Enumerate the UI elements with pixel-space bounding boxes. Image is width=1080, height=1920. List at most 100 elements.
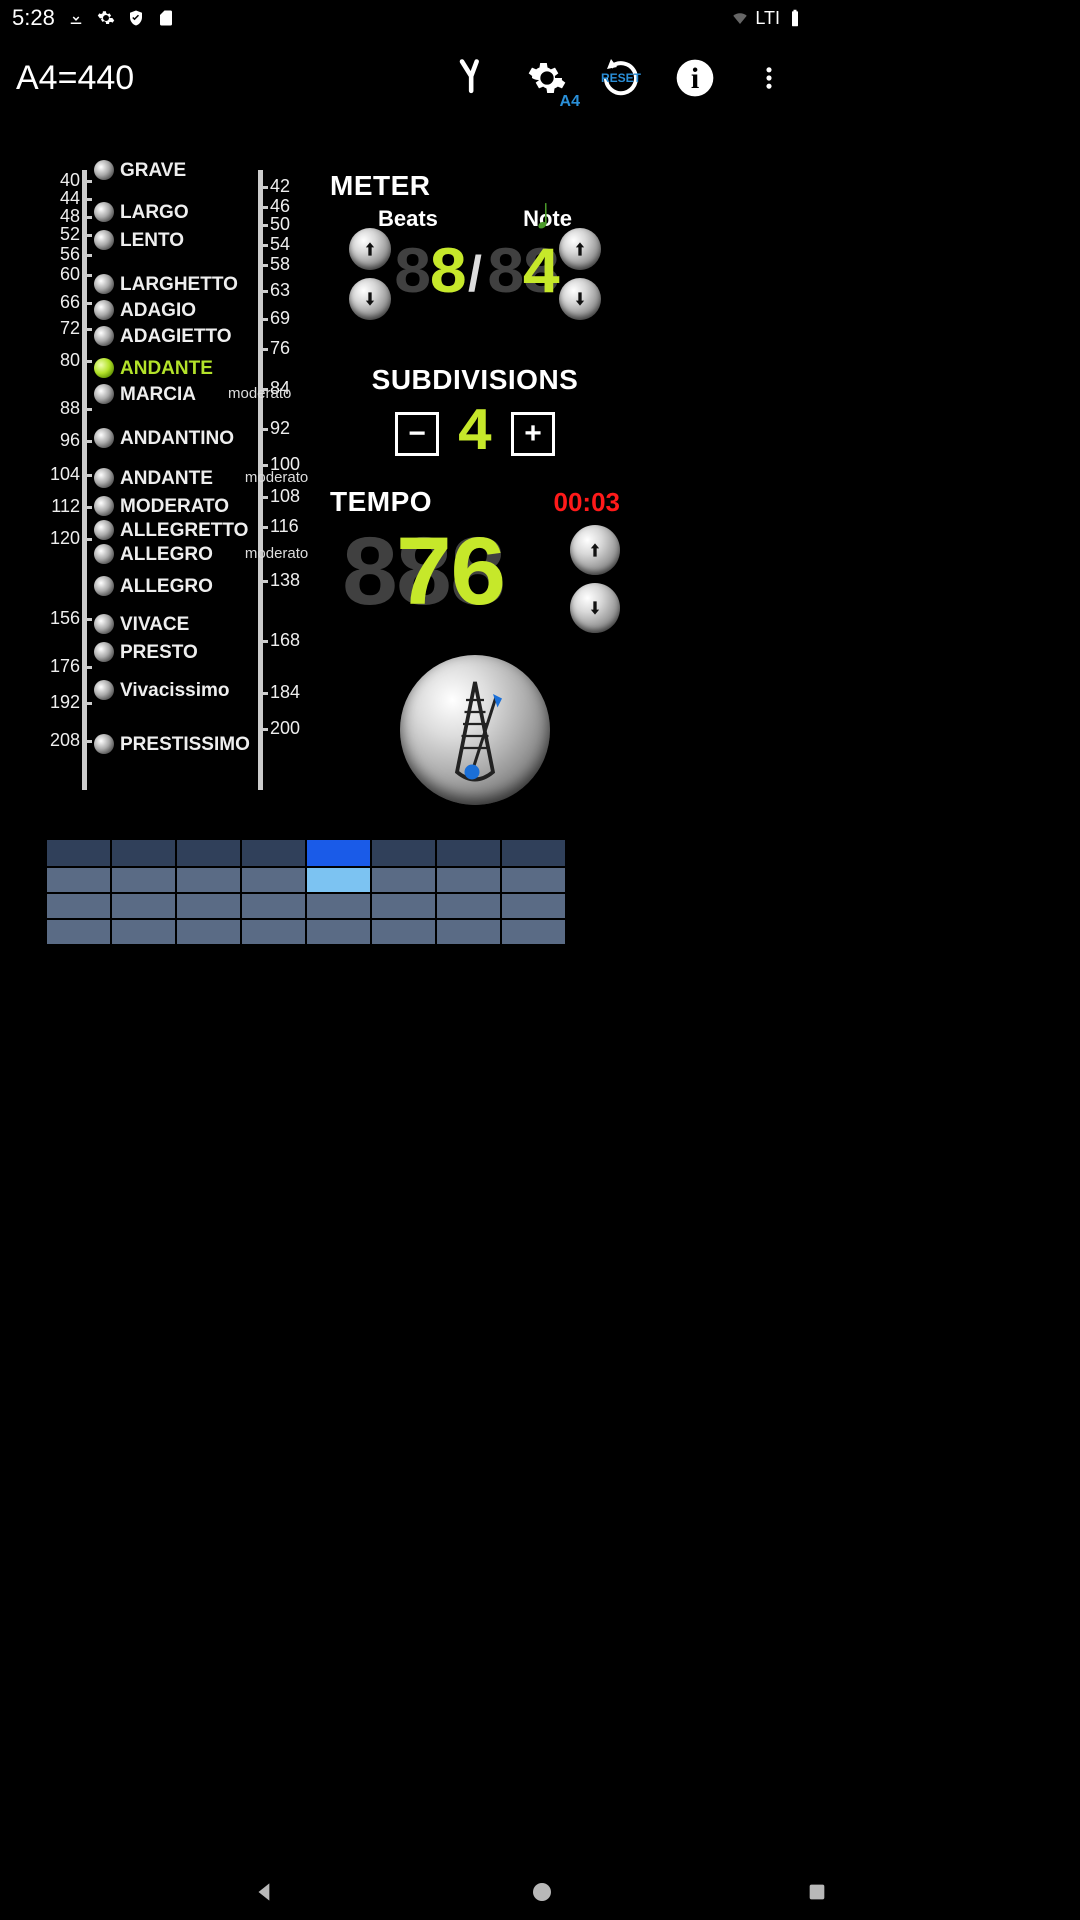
beat-cell[interactable]	[177, 894, 240, 918]
beat-cell[interactable]	[112, 894, 175, 918]
tempo-marking[interactable]: PRESTISSIMO	[94, 734, 250, 754]
tempo-marking[interactable]: ANDANTE	[94, 358, 213, 378]
beat-cell[interactable]	[177, 920, 240, 944]
subdivisions-plus-button[interactable]: +	[511, 412, 555, 456]
tempo-marking-label: Vivacissimo	[120, 681, 230, 700]
scale-right-tick: 58	[270, 254, 320, 275]
tempo-marking[interactable]: MARCIAmoderato	[94, 384, 291, 404]
beat-cell[interactable]	[437, 868, 500, 892]
tempo-marking[interactable]: Vivacissimo	[94, 680, 230, 700]
nav-home-button[interactable]	[530, 1880, 554, 1909]
svg-text:i: i	[691, 62, 699, 95]
beat-cell[interactable]	[502, 894, 565, 918]
tempo-marking[interactable]: GRAVE	[94, 160, 186, 180]
tempo-radio-icon	[94, 274, 114, 294]
tempo-marking[interactable]: LENTO	[94, 230, 184, 250]
tempo-marking[interactable]: ADAGIO	[94, 300, 196, 320]
main-area: 4044485256606672808896104112120156176192…	[0, 120, 816, 1020]
beat-cell[interactable]	[242, 920, 305, 944]
beat-cell[interactable]	[372, 894, 435, 918]
nav-back-button[interactable]	[252, 1879, 278, 1910]
scale-right-tick: 42	[270, 176, 320, 197]
beat-cell[interactable]	[372, 920, 435, 944]
subdivisions-minus-button[interactable]: −	[395, 412, 439, 456]
tempo-marking-label: ADAGIO	[120, 301, 196, 320]
beat-cell[interactable]	[47, 920, 110, 944]
scale-right-tick: 50	[270, 214, 320, 235]
scale-left-tick: 112	[30, 496, 80, 517]
tempo-scale[interactable]: 4044485256606672808896104112120156176192…	[10, 170, 320, 800]
overflow-menu-button[interactable]	[738, 47, 800, 109]
scale-right-tick: 138	[270, 570, 320, 591]
scale-right-tick: 92	[270, 418, 320, 439]
tempo-marking[interactable]: LARGO	[94, 202, 189, 222]
beat-cell[interactable]	[307, 920, 370, 944]
beat-cell[interactable]	[242, 894, 305, 918]
tempo-marking-label: ALLEGRO	[120, 577, 213, 596]
tempo-marking[interactable]: VIVACE	[94, 614, 189, 634]
tempo-marking[interactable]: ANDANTEmoderato	[94, 468, 308, 488]
elapsed-timer: 00:03	[554, 487, 621, 518]
beat-cell[interactable]	[372, 840, 435, 866]
tempo-radio-icon	[94, 358, 114, 378]
beat-cell[interactable]	[307, 894, 370, 918]
scale-left-tick: 60	[30, 264, 80, 285]
beat-cell[interactable]	[502, 920, 565, 944]
tempo-radio-icon	[94, 300, 114, 320]
tempo-up-button[interactable]	[570, 525, 620, 575]
tempo-marking[interactable]: PRESTO	[94, 642, 198, 662]
tempo-title: TEMPO	[330, 486, 432, 518]
tuning-fork-button[interactable]	[442, 47, 504, 109]
beat-cell[interactable]	[47, 894, 110, 918]
tempo-marking[interactable]: ALLEGRO	[94, 576, 213, 596]
beat-cell[interactable]	[177, 840, 240, 866]
tempo-marking[interactable]: ALLEGROmoderato	[94, 544, 308, 564]
tempo-marking-label: ADAGIETTO	[120, 327, 232, 346]
tempo-marking[interactable]: LARGHETTO	[94, 274, 238, 294]
beat-cell[interactable]	[242, 840, 305, 866]
tempo-radio-icon	[94, 202, 114, 222]
tempo-marking-label: GRAVE	[120, 161, 186, 180]
a4-settings-button[interactable]: A4	[516, 47, 578, 109]
tempo-marking-label: PRESTISSIMO	[120, 735, 250, 754]
beat-cell[interactable]	[177, 868, 240, 892]
scale-right-tick: 200	[270, 718, 320, 739]
beat-cell[interactable]	[437, 920, 500, 944]
beats-up-button[interactable]	[349, 228, 391, 270]
nav-recent-button[interactable]	[806, 1881, 828, 1908]
beats-down-button[interactable]	[349, 278, 391, 320]
tempo-marking-label: MARCIA	[120, 385, 196, 404]
beat-cell[interactable]	[502, 840, 565, 866]
beat-cell[interactable]	[437, 894, 500, 918]
app-toolbar: A4=440 A4 RESET i	[0, 36, 816, 120]
tempo-marking-label: MODERATO	[120, 497, 229, 516]
tempo-marking[interactable]: MODERATO	[94, 496, 229, 516]
scale-left-tick: 88	[30, 398, 80, 419]
beat-grid[interactable]	[46, 840, 566, 946]
tempo-marking-label: ANDANTE	[120, 359, 213, 378]
beat-cell[interactable]	[242, 868, 305, 892]
meter-slash: /	[468, 245, 482, 303]
scale-ruler-left	[82, 170, 87, 790]
tempo-marking[interactable]: ADAGIETTO	[94, 326, 232, 346]
note-icon: ♩	[534, 186, 580, 240]
beat-cell[interactable]	[307, 868, 370, 892]
beat-cell[interactable]	[502, 868, 565, 892]
beat-cell[interactable]	[372, 868, 435, 892]
beat-cell[interactable]	[112, 920, 175, 944]
tempo-marking-label: LENTO	[120, 231, 184, 250]
beat-cell[interactable]	[112, 840, 175, 866]
metronome-dial[interactable]	[400, 655, 550, 805]
beat-cell[interactable]	[437, 840, 500, 866]
beat-cell[interactable]	[47, 868, 110, 892]
info-button[interactable]: i	[664, 47, 726, 109]
note-down-button[interactable]	[559, 278, 601, 320]
beat-cell[interactable]	[307, 840, 370, 866]
reset-button[interactable]: RESET	[590, 47, 652, 109]
a4-badge: A4	[560, 93, 580, 111]
beat-cell[interactable]	[47, 840, 110, 866]
tempo-marking[interactable]: ANDANTINO	[94, 428, 234, 448]
tempo-down-button[interactable]	[570, 583, 620, 633]
beat-cell[interactable]	[112, 868, 175, 892]
tempo-marking[interactable]: ALLEGRETTO	[94, 520, 248, 540]
